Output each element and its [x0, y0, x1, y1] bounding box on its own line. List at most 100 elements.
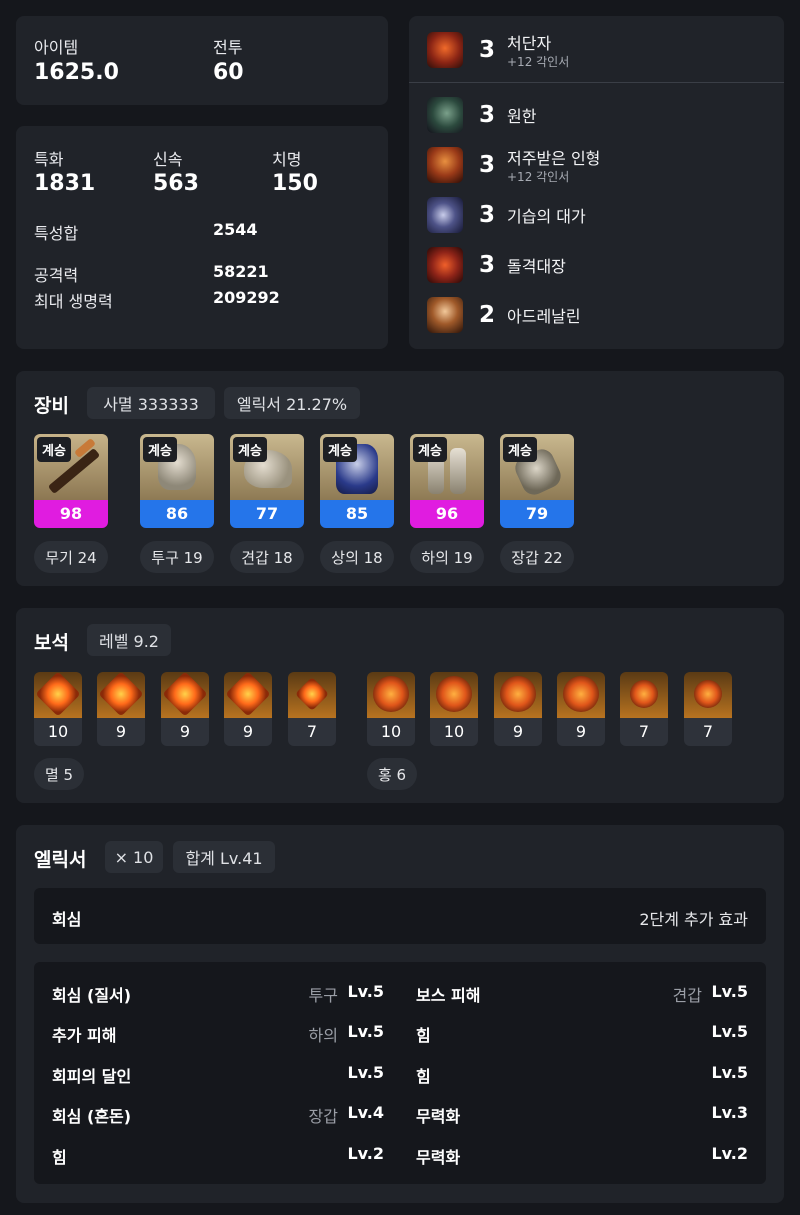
specialization-label: 특화: [34, 150, 64, 169]
elixir-level: Lv.5: [347, 1022, 384, 1041]
combat-level-value: 60: [213, 60, 244, 85]
set-bonus-desc: 2단계 추가 효과: [639, 910, 748, 929]
elixir-part: 장갑: [308, 1107, 338, 1126]
gloves-icon: 계승: [500, 434, 574, 500]
engraving-name: 원한: [507, 107, 537, 126]
equipment-label: 투구 19: [140, 541, 214, 573]
cooldown-gem-icon: [620, 672, 668, 718]
attack-power-value: 58221: [213, 262, 269, 281]
engraving-row[interactable]: 3 기습의 대가: [427, 193, 586, 237]
elixir-part: 투구: [308, 986, 338, 1005]
sword-icon: 계승: [34, 434, 108, 500]
damage-gem-count: 멸 5: [34, 758, 84, 790]
equipment-label: 무기 24: [34, 541, 108, 573]
max-hp-value: 209292: [213, 288, 280, 307]
elixir-part: 하의: [308, 1026, 338, 1045]
engraving-name: 저주받은 인형: [507, 149, 601, 168]
elixir-level: Lv.5: [711, 1063, 748, 1082]
cooldown-gem-icon: [684, 672, 732, 718]
max-hp-label: 최대 생명력: [34, 292, 113, 311]
item-level-value: 1625.0: [34, 60, 119, 85]
quality-bar: 96: [410, 500, 484, 528]
elixir-title: 엘릭서: [34, 849, 87, 871]
equipment-label: 하의 19: [410, 541, 484, 573]
cooldown-gem-icon: [494, 672, 542, 718]
leg-armor-icon: 계승: [410, 434, 484, 500]
damage-gem-icon: [288, 672, 336, 718]
elixir-name: 회심 (혼돈): [52, 1107, 132, 1126]
elixir-level: Lv.2: [347, 1144, 384, 1163]
elixir-list: 회심 (질서) 투구 Lv.5 추가 피해 하의 Lv.5 회피의 달인 Lv.…: [34, 962, 766, 1184]
gem-level: 9: [224, 718, 272, 746]
engraving-row[interactable]: 3 원한: [427, 93, 536, 137]
raid-captain-icon: [427, 247, 463, 283]
gem-level: 10: [367, 718, 415, 746]
elixir-level: Lv.5: [347, 1063, 384, 1082]
crit-label: 치명: [272, 150, 302, 169]
equipment-title: 장비: [34, 395, 69, 417]
attack-power-label: 공격력: [34, 266, 79, 285]
equipment-label: 상의 18: [320, 541, 394, 573]
item-level-label: 아이템: [34, 38, 79, 57]
succession-tag: 계승: [233, 437, 267, 462]
cooldown-gem-icon: [367, 672, 415, 718]
gem-level: 9: [161, 718, 209, 746]
elixir-name: 회피의 달인: [52, 1067, 132, 1086]
gems-card: 보석 레벨 9.2 10 9 9 9 7 10 10 9 9 7 7 멸 5 홍…: [16, 608, 784, 803]
damage-gem-icon: [34, 672, 82, 718]
succession-tag: 계승: [37, 437, 71, 462]
elixir-count-chip: × 10: [105, 841, 163, 873]
engraving-book: +12 각인서: [507, 170, 570, 184]
grudge-icon: [427, 97, 463, 133]
stat-sum-label: 특성합: [34, 224, 79, 243]
equipment-label: 견갑 18: [230, 541, 304, 573]
elixir-level: Lv.3: [711, 1103, 748, 1122]
engraving-row[interactable]: 3 저주받은 인형 +12 각인서: [427, 143, 600, 187]
equipment-label: 장갑 22: [500, 541, 574, 573]
damage-gem-icon: [97, 672, 145, 718]
succession-tag: 계승: [503, 437, 537, 462]
engraving-level: 3: [479, 37, 496, 63]
damage-gem-icon: [224, 672, 272, 718]
engraving-divider: [409, 82, 784, 83]
engraving-book: +12 각인서: [507, 55, 570, 69]
elixir-name: 무력화: [416, 1148, 461, 1167]
equipment-card: 장비 사멸 333333 엘릭서 21.27% 계승 98 무기 24 계승 8…: [16, 371, 784, 586]
quality-bar: 85: [320, 500, 394, 528]
executioner-icon: [427, 32, 463, 68]
succession-tag: 계승: [143, 437, 177, 462]
engraving-level: 2: [479, 302, 496, 328]
item-level-card: 아이템 1625.0 전투 60: [16, 16, 388, 105]
combat-level-label: 전투: [213, 38, 243, 57]
quality-bar: 86: [140, 500, 214, 528]
engraving-name: 돌격대장: [507, 257, 566, 276]
elixir-level: Lv.4: [347, 1103, 384, 1122]
cooldown-gem-count: 홍 6: [367, 758, 417, 790]
helmet-icon: 계승: [140, 434, 214, 500]
engraving-level: 3: [479, 152, 496, 178]
succession-tag: 계승: [413, 437, 447, 462]
gem-level: 10: [430, 718, 478, 746]
elixir-name: 회심 (질서): [52, 986, 132, 1005]
cooldown-gem-icon: [430, 672, 478, 718]
set-bonus-name: 회심: [52, 910, 82, 929]
elixir-name: 힘: [416, 1067, 431, 1086]
cooldown-gem-icon: [557, 672, 605, 718]
gems-title: 보석: [34, 632, 69, 654]
engraving-row[interactable]: 3 돌격대장: [427, 243, 566, 287]
swiftness-label: 신속: [153, 150, 183, 169]
engraving-level: 3: [479, 202, 496, 228]
gem-level: 7: [288, 718, 336, 746]
elixir-set-bonus[interactable]: 회심 2단계 추가 효과: [34, 888, 766, 944]
elixir-total-chip: 합계 Lv.41: [173, 841, 275, 873]
quality-bar: 79: [500, 500, 574, 528]
engraving-row[interactable]: 3 처단자 +12 각인서: [427, 28, 569, 72]
stat-sum-value: 2544: [213, 220, 258, 239]
elixir-name: 보스 피해: [416, 986, 481, 1005]
crit-value: 150: [272, 171, 318, 196]
elixir-card: 엘릭서 × 10 합계 Lv.41 회심 2단계 추가 효과 회심 (질서) 투…: [16, 825, 784, 1203]
master-ambush-icon: [427, 197, 463, 233]
engraving-row[interactable]: 2 아드레날린: [427, 293, 581, 337]
damage-gem-icon: [161, 672, 209, 718]
elixir-name: 추가 피해: [52, 1026, 117, 1045]
